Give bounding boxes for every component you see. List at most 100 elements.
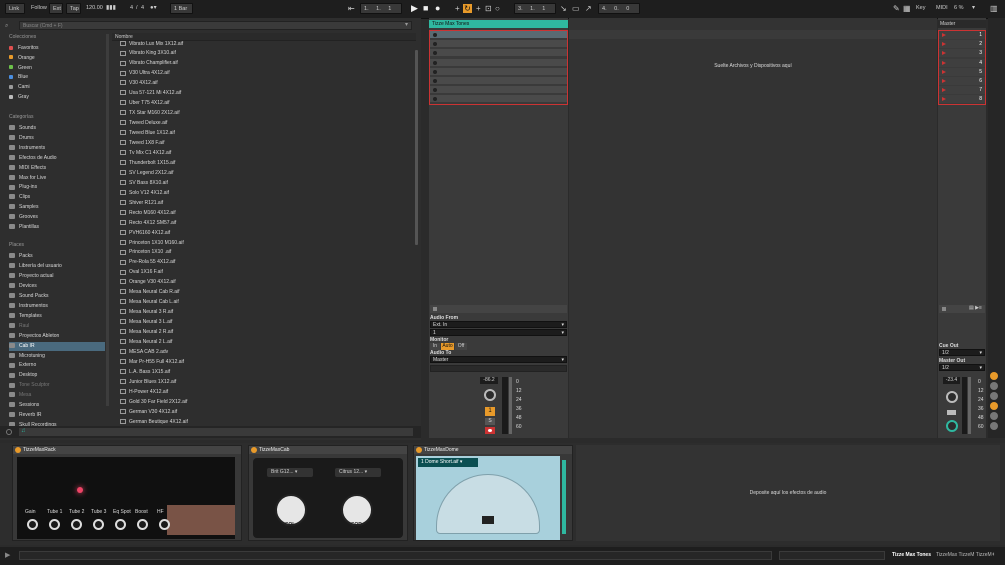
- view-switch-icon[interactable]: ▤ ▶≡: [969, 305, 982, 311]
- file-row[interactable]: Junior Blues 1X12.aif: [120, 378, 176, 387]
- rack-control-knob[interactable]: [115, 519, 126, 530]
- rack-control-knob[interactable]: [137, 519, 148, 530]
- record-icon[interactable]: ●: [435, 3, 440, 14]
- overview-icon[interactable]: ▥: [990, 3, 998, 14]
- rack-control-knob[interactable]: [159, 519, 170, 530]
- place-item[interactable]: Desktop: [9, 371, 105, 380]
- master-volume-field[interactable]: -23.4: [943, 377, 960, 384]
- loop-start-field[interactable]: 3. 1. 1: [514, 3, 556, 14]
- file-row[interactable]: Vibrato Lux Mix 1X12.aif: [120, 40, 183, 49]
- place-item[interactable]: Raul: [9, 322, 105, 331]
- overdub-icon[interactable]: ↻: [463, 4, 472, 13]
- rack-control-knob[interactable]: [49, 519, 60, 530]
- file-row[interactable]: Gold 30 Far Field 2X12.aif: [120, 398, 187, 407]
- file-row[interactable]: Orange V30 4X12.aif: [120, 278, 176, 287]
- mixer-toggle-icon[interactable]: [990, 402, 998, 410]
- category-item[interactable]: Clips: [9, 193, 105, 202]
- file-row[interactable]: Mesa Neural 2 R.aif: [120, 328, 173, 337]
- category-item[interactable]: Samples: [9, 203, 105, 212]
- cab-right-select[interactable]: Citrus 12... ▾: [335, 468, 381, 477]
- returns-icon[interactable]: [990, 392, 998, 400]
- file-row[interactable]: TX Star M160 2X12.aif: [120, 109, 180, 118]
- selected-track-name[interactable]: Tizze Max Tones: [892, 552, 931, 558]
- place-item[interactable]: Devices: [9, 282, 105, 291]
- add-icon[interactable]: +: [455, 3, 460, 14]
- category-item[interactable]: Plug-ins: [9, 183, 105, 192]
- place-item[interactable]: Instrumentos: [9, 302, 105, 311]
- play-icon[interactable]: ▶: [5, 551, 10, 559]
- loop-length-field[interactable]: 4. 0. 0: [598, 3, 640, 14]
- place-item[interactable]: Proyectos Ableton: [9, 332, 105, 341]
- rack-control-knob[interactable]: [27, 519, 38, 530]
- category-item[interactable]: Drums: [9, 134, 105, 143]
- sidebar-scrollbar[interactable]: [106, 34, 109, 406]
- device-power-icon[interactable]: [15, 447, 21, 453]
- file-list-scrollbar[interactable]: [415, 50, 418, 245]
- headphones-icon[interactable]: ♫: [21, 428, 26, 434]
- file-row[interactable]: Recto 4X12 SM57.aif: [120, 219, 176, 228]
- punch-in-icon[interactable]: ↘: [560, 3, 567, 14]
- key-map-button[interactable]: Key: [913, 3, 929, 14]
- track-volume-fader[interactable]: [509, 377, 512, 434]
- file-row[interactable]: Vibrato Champlifier.aif: [120, 59, 178, 68]
- place-item[interactable]: Tone Sculptor: [9, 381, 105, 390]
- device-chain-overview[interactable]: TizzeMax TizzeM TizzeM: [936, 552, 992, 558]
- place-item[interactable]: Proyecto actual: [9, 272, 105, 281]
- category-item[interactable]: Instruments: [9, 144, 105, 153]
- category-item[interactable]: MIDI Effects: [9, 164, 105, 173]
- file-row[interactable]: Mesa Neural 3 L.aif: [120, 318, 172, 327]
- draw-mode-icon[interactable]: ✎: [893, 3, 900, 14]
- file-row[interactable]: Usa 57-121 Mi 4X12.aif: [120, 89, 181, 98]
- track-activator-button[interactable]: 1: [485, 407, 495, 416]
- file-row[interactable]: SV Legend 2X12.aif: [120, 169, 173, 178]
- place-item[interactable]: Externo: [9, 361, 105, 370]
- file-row[interactable]: Tweed 1X8 F.aif: [120, 139, 165, 148]
- file-row[interactable]: SV Bass 8X10.aif: [120, 179, 168, 188]
- rack-control-knob[interactable]: [71, 519, 82, 530]
- category-item[interactable]: Max for Live: [9, 174, 105, 183]
- link-button[interactable]: Link: [5, 3, 25, 14]
- device-power-icon[interactable]: [251, 447, 257, 453]
- pan-knob[interactable]: [484, 389, 496, 401]
- collection-item[interactable]: Orange: [9, 54, 105, 63]
- stop-clip-icon[interactable]: [433, 307, 437, 311]
- file-row[interactable]: H-Power 4X12.aif: [120, 388, 168, 397]
- arm-button[interactable]: [485, 427, 495, 434]
- file-row[interactable]: Vibrato King 3X10.aif: [120, 49, 176, 58]
- audio-from-select[interactable]: Ext. In ▾: [430, 321, 567, 328]
- device-power-icon[interactable]: [416, 447, 422, 453]
- computer-keyboard-icon[interactable]: ▦: [903, 3, 911, 14]
- category-item[interactable]: Grooves: [9, 213, 105, 222]
- collection-item[interactable]: Favoritos: [9, 44, 105, 53]
- place-item[interactable]: Microtuning: [9, 352, 105, 361]
- file-row[interactable]: Mesa Neural Cab L.aif: [120, 298, 179, 307]
- place-item[interactable]: Cab IR: [9, 341, 105, 351]
- file-row[interactable]: Princeton 1X10 M160.aif: [120, 239, 184, 248]
- place-item[interactable]: Sessions: [9, 401, 105, 410]
- follow-button[interactable]: Follow: [28, 3, 50, 14]
- io-toggle-icon[interactable]: [990, 412, 998, 420]
- collection-item[interactable]: Gray: [9, 93, 105, 102]
- tap-tempo-button[interactable]: Tap: [66, 3, 81, 14]
- device-header[interactable]: TizzeMaxRack: [13, 446, 241, 454]
- place-item[interactable]: Packs: [9, 252, 105, 261]
- audio-from-channel-select[interactable]: 1 ▾: [430, 329, 567, 336]
- collection-item[interactable]: Green: [9, 64, 105, 73]
- file-row[interactable]: Tweed Deluxe.aif: [120, 119, 167, 128]
- preview-toggle-icon[interactable]: [6, 429, 12, 435]
- sends-icon[interactable]: [990, 382, 998, 390]
- file-row[interactable]: German Beutique 4X12.aif: [120, 418, 188, 427]
- device-header[interactable]: TizzeMaxDome: [414, 446, 572, 454]
- automation-arm-icon[interactable]: +: [476, 3, 481, 14]
- arrangement-follow-icon[interactable]: ⇤: [348, 3, 355, 14]
- file-row[interactable]: Tv Mix C1 4X12.aif: [120, 149, 171, 158]
- file-row[interactable]: Thunderbolt 1X15.aif: [120, 159, 175, 168]
- place-item[interactable]: Reverb IR: [9, 411, 105, 420]
- song-position-field[interactable]: 1. 1. 1: [360, 3, 402, 14]
- browser-search-input[interactable]: Buscar (Cmd + F): [19, 21, 412, 30]
- metronome-bars-icon[interactable]: ▮▮▮: [106, 3, 116, 14]
- solo-button[interactable]: S: [485, 418, 495, 425]
- ext-sync-button[interactable]: Ext: [49, 3, 63, 14]
- file-row[interactable]: Mar Pr-H55 Full 4X12.aif: [120, 358, 184, 367]
- file-row[interactable]: Uber T75 4X12.aif: [120, 99, 170, 108]
